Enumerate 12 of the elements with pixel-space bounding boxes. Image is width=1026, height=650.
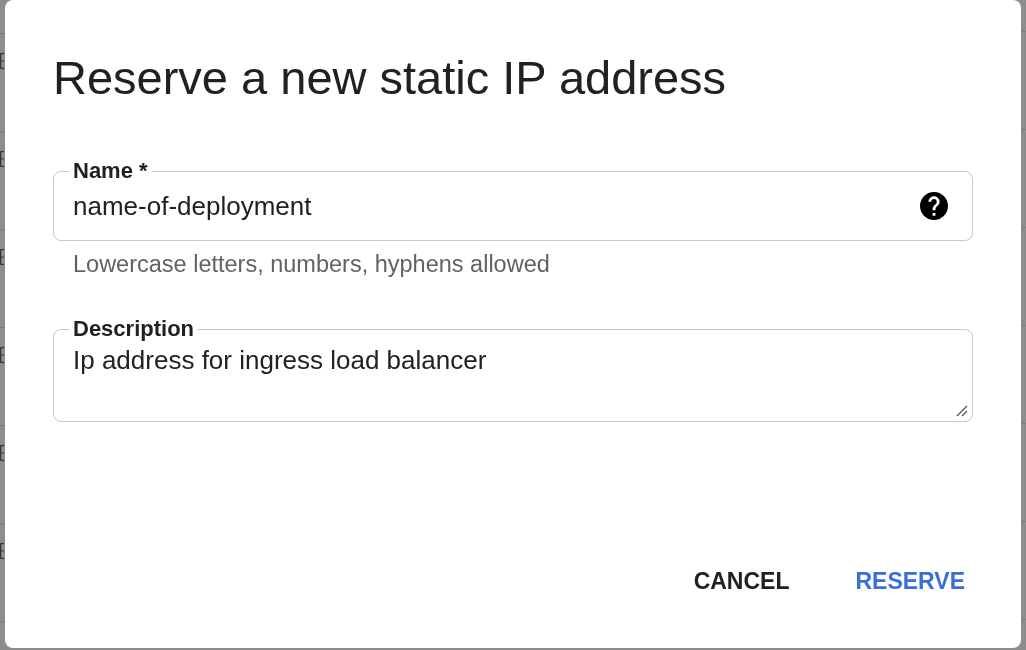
help-icon[interactable]: [920, 192, 948, 220]
partial-glyph-icon: [0, 249, 4, 265]
partial-glyph-icon: [0, 151, 4, 167]
reserve-button[interactable]: RESERVE: [839, 559, 981, 603]
resize-grip-icon[interactable]: [956, 405, 968, 417]
cancel-button[interactable]: CANCEL: [677, 559, 806, 603]
helper-text: Lowercase letters, numbers, hyphens allowed: [73, 250, 551, 278]
partial-glyph-icon: [0, 543, 4, 559]
partial-glyph-icon: [0, 445, 4, 461]
partial-glyph-icon: [0, 347, 4, 363]
partial-glyph-icon: [0, 53, 4, 69]
dialog-title: Reserve a new static IP address: [53, 50, 728, 106]
